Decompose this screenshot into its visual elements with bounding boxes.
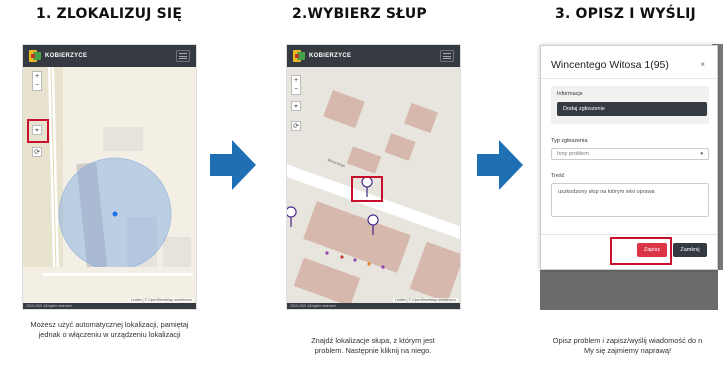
step-3-caption-line-1: Opisz problem i zapisz/wyślij wiadomość … xyxy=(552,336,703,345)
arrow-right-icon xyxy=(210,140,256,190)
info-panel: Informacje Dodaj zgłoszenie xyxy=(551,86,709,124)
locate-me-button[interactable]: ⌖ xyxy=(291,101,301,111)
arrow-right-icon xyxy=(477,140,523,190)
app-header: KOBIERZYCE xyxy=(287,45,460,67)
menu-icon[interactable] xyxy=(440,50,454,62)
zoom-control[interactable]: + − xyxy=(291,75,301,95)
footer-bar: 2020-2021 All rights reserved xyxy=(23,303,196,309)
footer-bar: 2020-2021 All rights reserved xyxy=(287,303,460,309)
step-2-caption-line-2: problem. Następnie kliknij na niego. xyxy=(314,346,432,355)
zoom-control[interactable]: + − xyxy=(32,71,42,91)
app-logo xyxy=(29,50,41,62)
step-2-caption: Znajdź lokalizacje słupa, z którym jest … xyxy=(278,336,468,356)
highlight-locate-button xyxy=(27,119,49,143)
app-logo xyxy=(293,50,305,62)
map-view[interactable]: + − ⌖ ⟳ Leaflet | © OpenStreetMap contri… xyxy=(23,67,196,309)
app-brand: KOBIERZYCE xyxy=(309,53,352,59)
refresh-button[interactable]: ⟳ xyxy=(32,147,42,157)
zoom-in-button[interactable]: + xyxy=(292,76,300,85)
step-2-caption-line-1: Znajdź lokalizacje słupa, z którym jest xyxy=(311,336,435,345)
modal-backdrop xyxy=(540,270,718,310)
step-3-title: 3. OPISZ I WYŚLIJ xyxy=(555,6,696,22)
map-view[interactable]: Wincentego + − ⌖ ⟳ Leaflet | © OpenStree… xyxy=(287,67,460,309)
content-label: Treść xyxy=(551,173,565,179)
close-icon[interactable]: × xyxy=(700,60,705,69)
app-header: KOBIERZYCE xyxy=(23,45,196,67)
app-brand: KOBIERZYCE xyxy=(45,53,88,59)
refresh-icon: ⟳ xyxy=(34,149,40,156)
map-attribution: Leaflet | © OpenStreetMap contributors xyxy=(393,298,458,302)
step-2-title: 2.WYBIERZ SŁUP xyxy=(292,6,427,22)
chevron-down-icon: ▾ xyxy=(700,151,703,157)
refresh-icon: ⟳ xyxy=(293,123,299,130)
zoom-out-button[interactable]: − xyxy=(33,81,41,90)
type-label: Typ zgłoszenia xyxy=(551,138,588,144)
location-pin-icon: ⌖ xyxy=(294,103,298,110)
highlight-save-button xyxy=(610,237,672,265)
step-3-caption-line-2: My się zajmiemy naprawą! xyxy=(583,346,672,355)
menu-icon[interactable] xyxy=(176,50,190,62)
close-button[interactable]: Zamknij xyxy=(673,243,707,257)
step-1-caption: Możesz użyć automatycznej lokalizacji, p… xyxy=(2,320,217,340)
report-type-value: Inny problem xyxy=(557,151,589,157)
info-label: Informacje xyxy=(557,91,583,97)
report-content-textarea[interactable]: uszkodzony słup na którym wisi oprawa xyxy=(551,183,709,217)
step-3-caption: Opisz problem i zapisz/wyślij wiadomość … xyxy=(532,336,723,356)
map-attribution: Leaflet | © OpenStreetMap contributors xyxy=(129,298,194,302)
divider xyxy=(541,78,717,79)
report-type-select[interactable]: Inny problem ▾ xyxy=(551,148,709,160)
modal-title: Wincentego Witosa 1(95) xyxy=(551,59,669,71)
refresh-button[interactable]: ⟳ xyxy=(291,121,301,131)
add-report-button[interactable]: Dodaj zgłoszenie xyxy=(557,102,707,116)
step-1-caption-line-2: jednak o włączeniu w urządzeniu lokaliza… xyxy=(38,330,181,339)
step-1-title: 1. ZLOKALIZUJ SIĘ xyxy=(36,6,183,22)
zoom-out-button[interactable]: − xyxy=(292,85,300,94)
divider xyxy=(541,234,717,235)
step-1-caption-line-1: Możesz użyć automatycznej lokalizacji, p… xyxy=(30,320,189,329)
highlight-pole-marker xyxy=(351,176,383,202)
phone-screen-step-2: KOBIERZYCE Wincentego + − ⌖ ⟳ Leaflet | … xyxy=(286,44,461,310)
map-tiles xyxy=(23,67,196,309)
report-modal: Wincentego Witosa 1(95) × Informacje Dod… xyxy=(540,45,718,270)
zoom-in-button[interactable]: + xyxy=(33,72,41,81)
phone-screen-step-1: KOBIERZYCE + − ⌖ ⟳ Leaflet | © OpenStree… xyxy=(22,44,197,310)
